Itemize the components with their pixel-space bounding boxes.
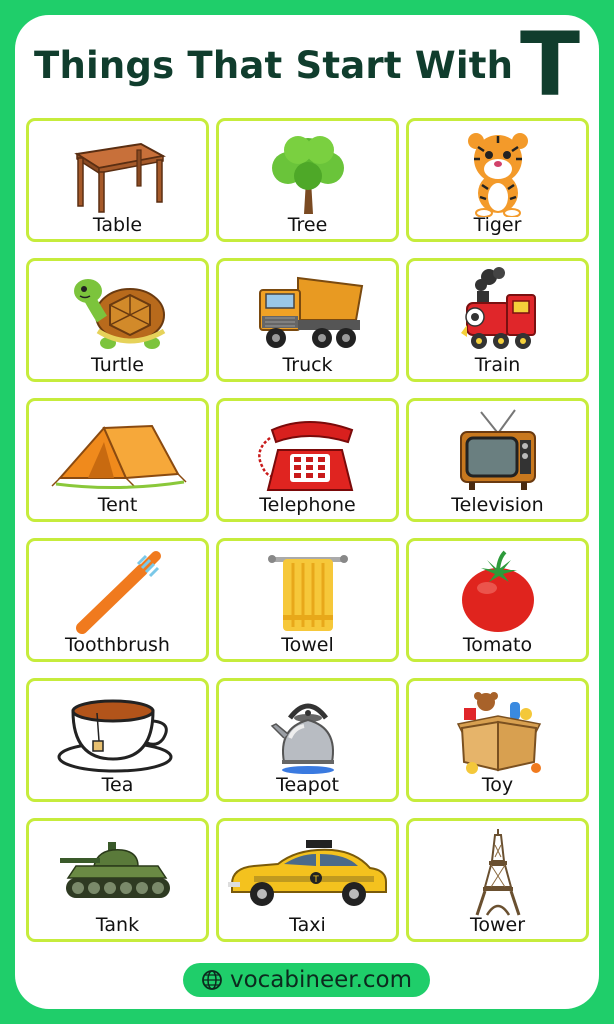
card-television: Television	[406, 398, 589, 522]
card-taxi: T Taxi	[216, 818, 399, 942]
card-teapot: Teapot	[216, 678, 399, 802]
card-label: Toothbrush	[65, 634, 170, 656]
card-label: Television	[451, 494, 544, 516]
tent-icon	[29, 407, 206, 497]
card-label: Telephone	[259, 494, 356, 516]
card-tomato: Tomato	[406, 538, 589, 662]
card-train: Train	[406, 258, 589, 382]
globe-icon	[202, 970, 222, 990]
card-towel: Towel	[216, 538, 399, 662]
card-label: Tower	[469, 914, 526, 936]
toy-icon	[409, 687, 586, 777]
card-tank: Tank	[26, 818, 209, 942]
turtle-icon	[29, 267, 206, 357]
card-label: Tree	[287, 214, 328, 236]
card-truck: Truck	[216, 258, 399, 382]
card-tiger: Tiger	[406, 118, 589, 242]
card-toy: Toy	[406, 678, 589, 802]
card-label: Tea	[101, 774, 134, 796]
card-tree: Tree	[216, 118, 399, 242]
train-icon	[409, 267, 586, 357]
card-label: Turtle	[91, 354, 144, 376]
card-label: Train	[474, 354, 521, 376]
tomato-icon	[409, 547, 586, 637]
website-badge[interactable]: vocabineer.com	[183, 963, 430, 997]
title-letter: T	[520, 13, 581, 116]
card-tent: Tent	[26, 398, 209, 522]
card-label: Toy	[481, 774, 514, 796]
tower-icon	[409, 827, 586, 917]
svg-text:T: T	[312, 875, 319, 885]
card-label: Taxi	[289, 914, 326, 936]
card-label: Teapot	[276, 774, 339, 796]
card-tea: Tea	[26, 678, 209, 802]
truck-icon	[219, 267, 396, 357]
card-toothbrush: Toothbrush	[26, 538, 209, 662]
tiger-icon	[409, 127, 586, 217]
television-icon	[409, 407, 586, 497]
card-label: Tiger	[473, 214, 522, 236]
card-turtle: Turtle	[26, 258, 209, 382]
vocabulary-grid: Table Tree Tiger Turtle Truck Train Tent…	[26, 118, 589, 942]
telephone-icon	[219, 407, 396, 497]
teapot-icon	[219, 687, 396, 777]
towel-icon	[219, 547, 396, 637]
card-table: Table	[26, 118, 209, 242]
tea-icon	[29, 687, 206, 777]
tank-icon	[29, 827, 206, 917]
card-label: Towel	[281, 634, 334, 656]
card-label: Truck	[282, 354, 333, 376]
tree-icon	[219, 127, 396, 217]
card-tower: Tower	[406, 818, 589, 942]
website-link[interactable]: vocabineer.com	[230, 967, 412, 993]
card-label: Table	[92, 214, 143, 236]
card-telephone: Telephone	[216, 398, 399, 522]
card-label: Tomato	[462, 634, 533, 656]
page-title: Things That Start With	[34, 44, 514, 87]
toothbrush-icon	[29, 547, 206, 637]
taxi-icon: T	[219, 827, 396, 917]
card-label: Tank	[95, 914, 140, 936]
table-icon	[29, 127, 206, 217]
card-label: Tent	[97, 494, 138, 516]
